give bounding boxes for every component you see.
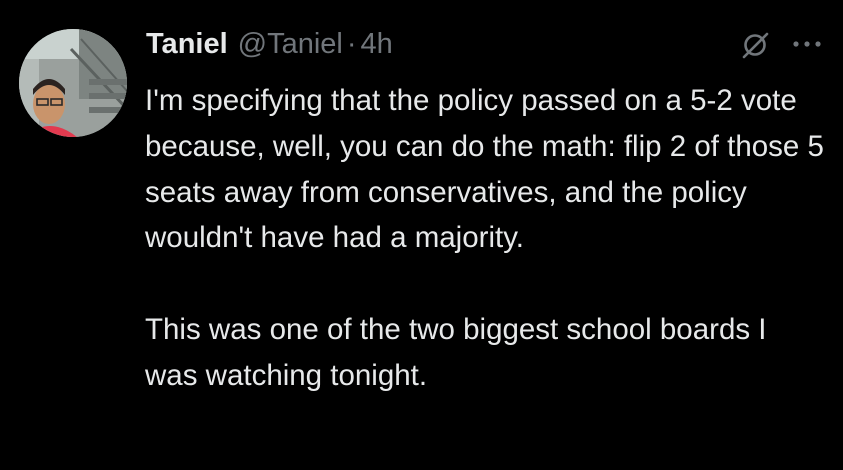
tweet-text: I'm specifying that the policy passed on…	[145, 78, 825, 399]
avatar[interactable]	[19, 29, 127, 137]
author-handle[interactable]: @Taniel	[238, 28, 343, 61]
author-name[interactable]: Taniel	[146, 28, 228, 61]
tweet-paragraph: I'm specifying that the policy passed on…	[145, 84, 824, 255]
grok-icon[interactable]	[740, 30, 770, 60]
tweet-paragraph: This was one of the two biggest school b…	[145, 312, 767, 392]
more-icon[interactable]	[790, 34, 824, 54]
tweet[interactable]: Taniel @Taniel · 4h I'm specifying that …	[0, 0, 843, 470]
tweet-header: Taniel @Taniel · 4h	[146, 26, 393, 62]
avatar-photo	[19, 29, 127, 137]
timestamp[interactable]: 4h	[361, 28, 393, 61]
header-separator: ·	[346, 27, 357, 60]
